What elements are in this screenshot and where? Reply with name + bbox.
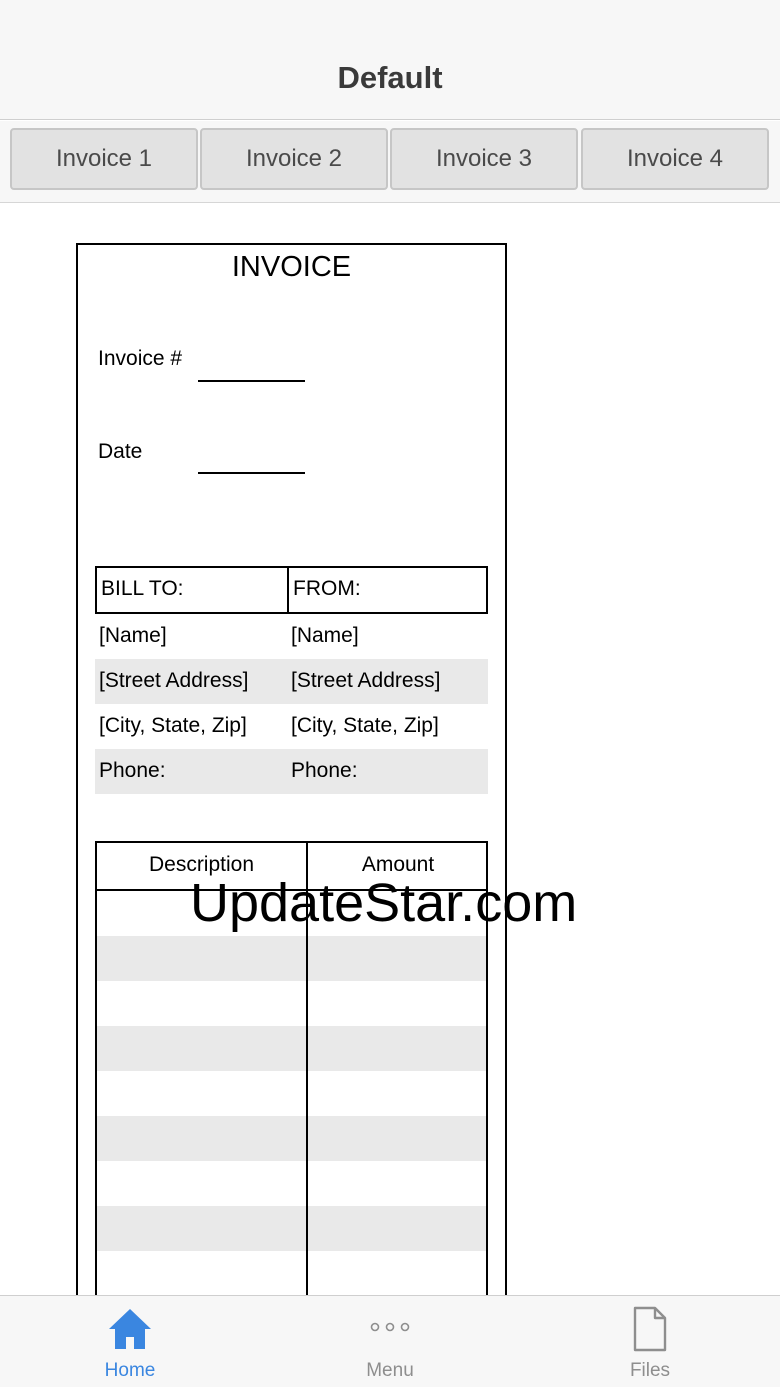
- nav-files[interactable]: Files: [590, 1296, 710, 1388]
- nav-home-label: Home: [104, 1360, 156, 1381]
- table-row[interactable]: [97, 1206, 486, 1251]
- bottom-tab-bar: Home Menu Files: [0, 1295, 780, 1387]
- address-row-street: [Street Address] [Street Address]: [95, 659, 488, 704]
- more-dots-icon: [368, 1320, 412, 1339]
- bill-to-label: BILL TO:: [101, 577, 184, 600]
- nav-home[interactable]: Home: [70, 1296, 190, 1388]
- invoice-tabs: Invoice 1 Invoice 2 Invoice 3 Invoice 4: [0, 121, 780, 203]
- tab-invoice-3[interactable]: Invoice 3: [390, 128, 578, 190]
- tab-invoice-4[interactable]: Invoice 4: [581, 128, 769, 190]
- address-section: BILL TO: FROM: [Name] [Name] [Street Add…: [95, 566, 488, 794]
- nav-menu-label: Menu: [366, 1360, 414, 1381]
- address-row-phone: Phone: Phone:: [95, 749, 488, 794]
- home-icon: [107, 1306, 153, 1357]
- date-label: Date: [98, 440, 143, 463]
- tab-invoice-1[interactable]: Invoice 1: [10, 128, 198, 190]
- file-icon: [632, 1306, 668, 1357]
- table-row[interactable]: [97, 891, 486, 936]
- address-header: BILL TO: FROM:: [95, 566, 488, 614]
- table-row[interactable]: [97, 1071, 486, 1116]
- description-header: Description: [148, 853, 255, 876]
- page-title: Default: [337, 60, 443, 95]
- table-row[interactable]: [97, 1026, 486, 1071]
- table-row[interactable]: [97, 936, 486, 981]
- bill-to-name[interactable]: [Name]: [99, 624, 167, 648]
- amount-header: Amount: [361, 853, 435, 876]
- from-label: FROM:: [293, 577, 361, 600]
- invoice-page: INVOICE Invoice # Date BILL TO: FROM: [N…: [76, 243, 507, 1295]
- from-phone[interactable]: Phone:: [291, 759, 358, 783]
- from-city[interactable]: [City, State, Zip]: [291, 714, 439, 738]
- address-row-city: [City, State, Zip] [City, State, Zip]: [95, 704, 488, 749]
- tab-invoice-2[interactable]: Invoice 2: [200, 128, 388, 190]
- from-street[interactable]: [Street Address]: [291, 669, 440, 693]
- bill-to-city[interactable]: [City, State, Zip]: [99, 714, 247, 738]
- table-row[interactable]: [97, 981, 486, 1026]
- nav-header: Default: [0, 0, 780, 120]
- invoice-content[interactable]: INVOICE Invoice # Date BILL TO: FROM: [N…: [0, 204, 780, 1295]
- items-column-divider: [306, 843, 308, 1295]
- table-row[interactable]: [97, 1116, 486, 1161]
- line-items-table: Description Amount: [95, 841, 488, 1295]
- date-field[interactable]: [198, 472, 305, 474]
- invoice-number-label: Invoice #: [98, 347, 183, 370]
- bill-to-street[interactable]: [Street Address]: [99, 669, 248, 693]
- nav-files-label: Files: [629, 1360, 671, 1381]
- from-name[interactable]: [Name]: [291, 624, 359, 648]
- nav-menu[interactable]: Menu: [330, 1296, 450, 1388]
- address-row-name: [Name] [Name]: [95, 614, 488, 659]
- address-divider: [287, 568, 289, 612]
- table-row[interactable]: [97, 1251, 486, 1295]
- items-header: Description Amount: [97, 843, 486, 891]
- table-row[interactable]: [97, 1161, 486, 1206]
- invoice-number-field[interactable]: [198, 380, 305, 382]
- invoice-title: INVOICE: [231, 251, 352, 283]
- bill-to-phone[interactable]: Phone:: [99, 759, 166, 783]
